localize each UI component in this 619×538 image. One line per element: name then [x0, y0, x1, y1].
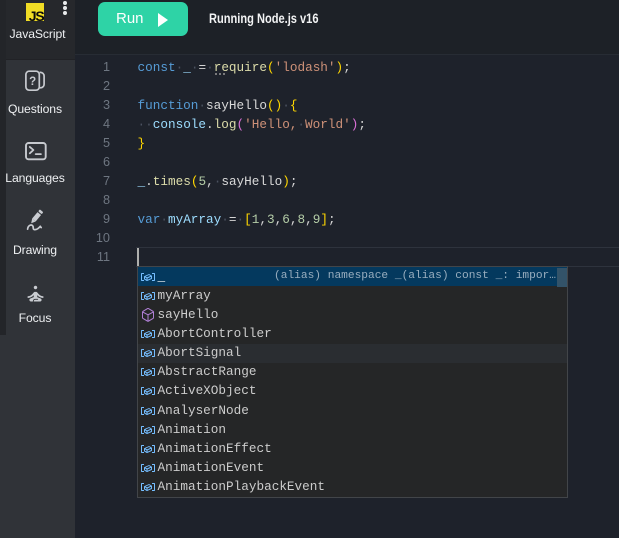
svg-text:?: ? — [29, 76, 36, 88]
